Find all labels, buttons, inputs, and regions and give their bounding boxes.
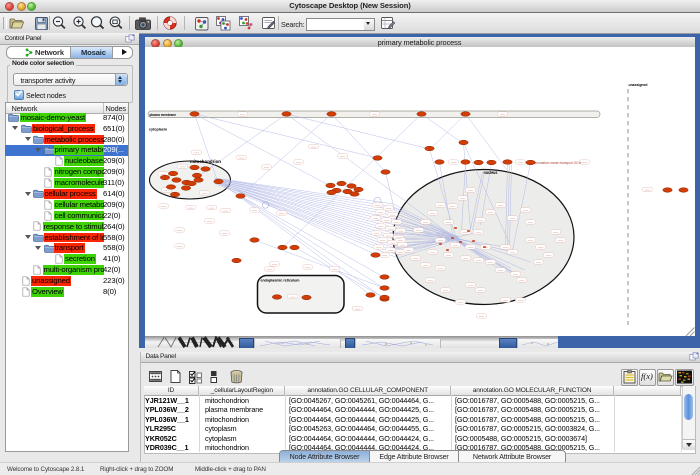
svg-text:endoplasmic reticulum: endoplasmic reticulum [260,278,299,283]
svg-text:unassigned: unassigned [628,82,648,87]
svg-text:nucleus: nucleus [483,170,498,175]
svg-text:mitochondrion: mitochondrion [190,159,221,164]
svg-text:plasma membrane: plasma membrane [149,113,176,117]
svg-text:cytoplasm: cytoplasm [149,127,167,132]
svg-text:annotation.name=transport GO t: annotation.name=transport GO tr [534,161,582,165]
